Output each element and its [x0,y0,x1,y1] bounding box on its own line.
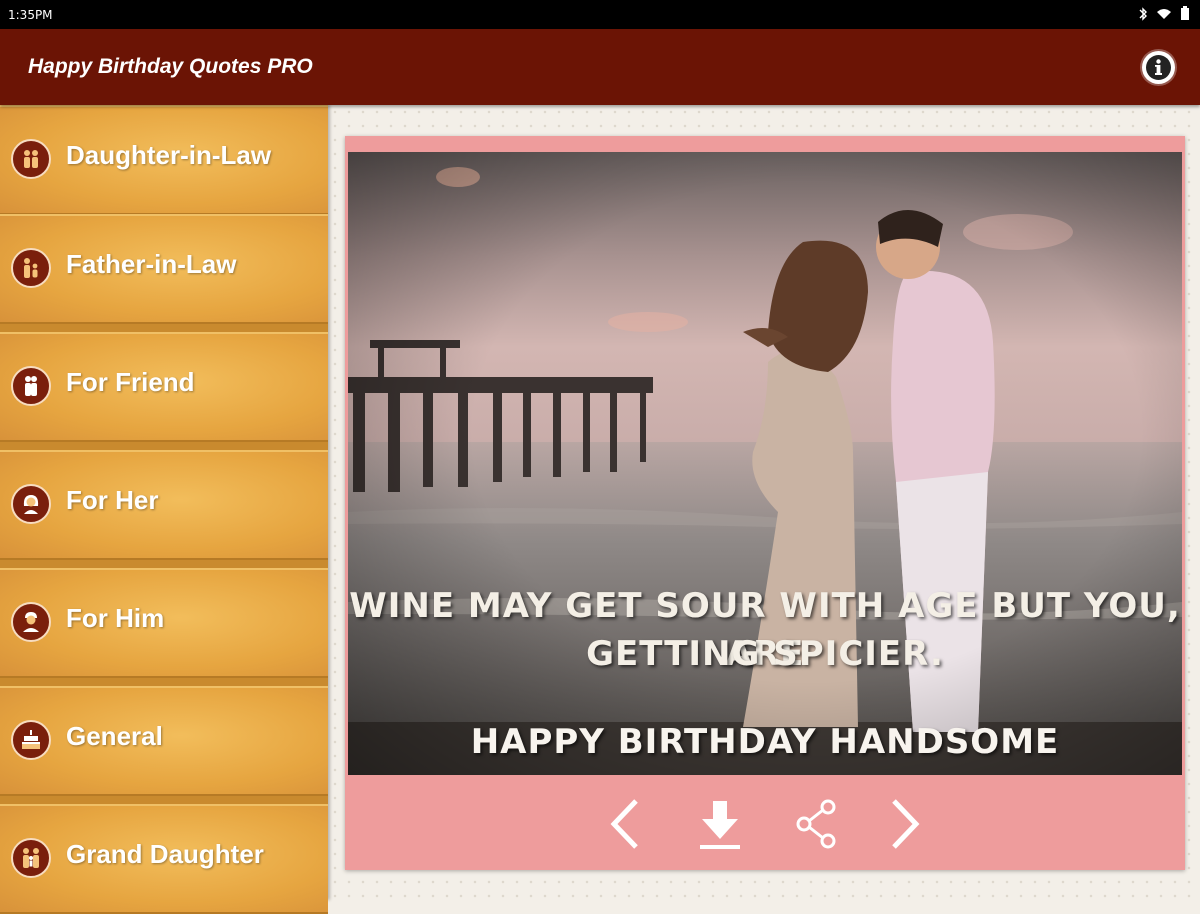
parent-child-icon [11,248,51,288]
status-time: 1:35PM [8,8,53,22]
cake-icon [11,720,51,760]
couple-icon [11,139,51,179]
sidebar-item-label: Daughter-in-Law [66,140,272,170]
quote-text-line-2: GETTING SPICIER. [586,634,944,674]
download-icon [700,801,740,849]
sidebar-item-label: Father-in-Law [66,249,237,279]
next-button[interactable] [875,794,935,854]
sidebar-item-label: Grand Daughter [66,839,264,869]
family-icon [11,838,51,878]
category-sidebar: Daughter-in-Law Father-in-Law For Friend… [0,105,328,914]
bluetooth-icon [1139,6,1147,21]
sidebar-item-label: General [66,721,163,751]
sidebar-item-for-friend[interactable]: For Friend [0,332,328,442]
couple-beach-photo [348,152,1182,775]
status-bar: 1:35PM [0,0,1200,29]
info-button[interactable] [1142,51,1175,84]
quote-card: WINE MAY GET SOUR WITH AGE BUT YOU, ARE … [345,136,1185,870]
app-bar: Happy Birthday Quotes PRO [0,29,1200,105]
sidebar-item-label: For Friend [66,367,195,397]
chevron-right-icon [892,799,920,849]
share-icon [796,799,836,849]
sidebar-item-for-her[interactable]: For Her [0,450,328,560]
sidebar-item-grand-daughter[interactable]: Grand Daughter [0,804,328,914]
woman-icon [11,484,51,524]
battery-icon [1181,6,1189,20]
sidebar-item-for-him[interactable]: For Him [0,568,328,678]
sidebar-item-label: For Him [66,603,165,633]
share-button[interactable] [787,794,847,854]
sidebar-item-general[interactable]: General [0,686,328,796]
download-button[interactable] [690,794,750,854]
friends-icon [11,366,51,406]
quote-image: WINE MAY GET SOUR WITH AGE BUT YOU, ARE … [348,152,1182,775]
sidebar-item-label: For Her [66,485,159,515]
sidebar-item-father-in-law[interactable]: Father-in-Law [0,214,328,324]
info-icon [1146,55,1171,80]
chevron-left-icon [610,799,638,849]
sidebar-item-daughter-in-law[interactable]: Daughter-in-Law [0,105,328,215]
man-icon [11,602,51,642]
status-icons [1138,6,1190,21]
main-content: WINE MAY GET SOUR WITH AGE BUT YOU, ARE … [328,105,1200,900]
wifi-icon [1157,8,1171,19]
previous-button[interactable] [595,794,655,854]
card-controls [345,776,1185,870]
quote-tagline: HAPPY BIRTHDAY HANDSOME [470,722,1060,762]
app-title: Happy Birthday Quotes PRO [28,55,313,78]
